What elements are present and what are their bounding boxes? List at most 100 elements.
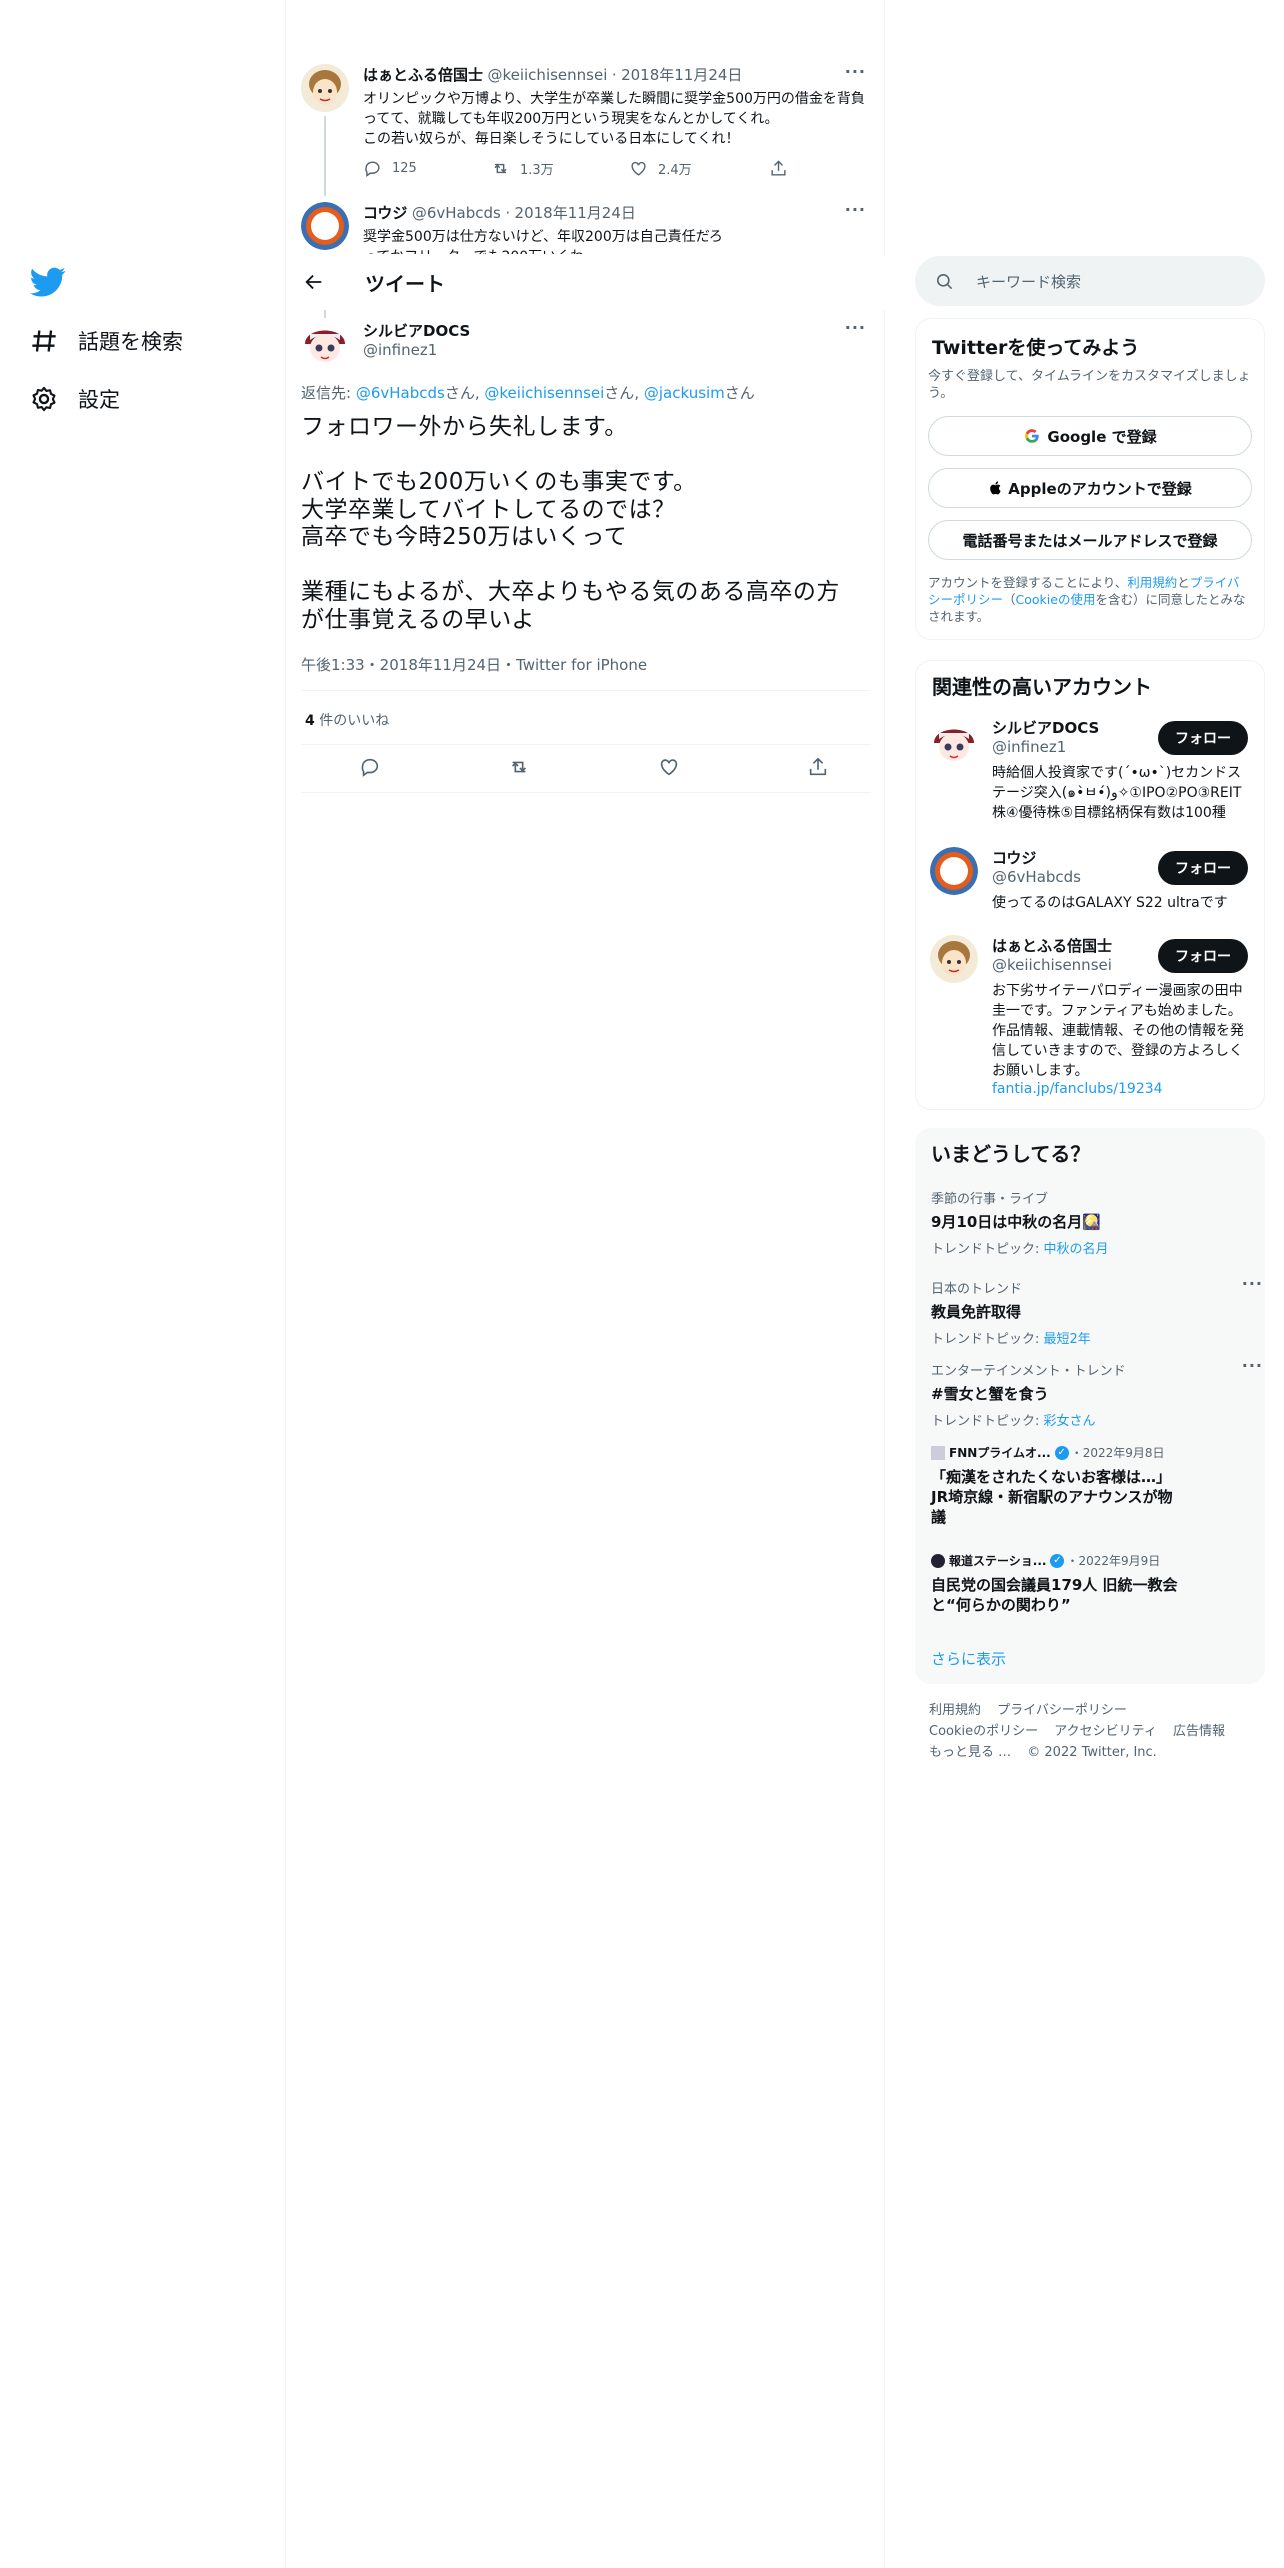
author-handle[interactable]: @keiichisennsei [487,66,607,84]
heart-icon [631,161,646,176]
trend-topic-link[interactable]: 中秋の名月 [1044,1242,1109,1257]
footer-link[interactable]: 広告情報 [1173,1724,1225,1739]
retweet-icon[interactable] [508,756,530,778]
follow-button[interactable]: フォロー [1158,939,1248,973]
reply-to-link[interactable]: @keiichisennsei [484,384,604,402]
tweet-header: ツイート [287,254,885,310]
footer-more-link[interactable]: もっと見る … [929,1745,1011,1760]
news-source: 報道ステーショ... [949,1554,1047,1568]
account-row[interactable]: はぁとふる倍国士 @keiichisennsei フォロー お下劣サイテーパロデ… [916,935,1264,1105]
author-handle[interactable]: @infinez1 [363,341,470,359]
more-icon[interactable]: ··· [845,62,866,81]
trend-topic-prefix: トレンドトピック: [931,1242,1044,1257]
terms-text: と [1177,575,1190,590]
trend-name: 教員免許取得 [931,1303,1022,1321]
account-row[interactable]: シルビアDOCS @infinez1 フォロー 時給個人投資家です(´•ω•`)… [916,717,1264,827]
trend-item[interactable]: 日本のトレンド 教員免許取得 トレンドトピック: 最短2年 ··· [931,1274,1262,1347]
reply-to-link[interactable]: @jackusim [644,384,725,402]
account-handle[interactable]: @infinez1 [992,738,1099,756]
avatar[interactable] [930,935,978,983]
trend-topic-prefix: トレンドトピック: [931,1332,1044,1347]
divider [301,744,871,745]
follow-button[interactable]: フォロー [1158,851,1248,885]
google-signup-button[interactable]: Google で登録 [928,416,1252,456]
news-item[interactable]: FNNプライムオ... ✓ ・2022年9月8日 「痴漢をされたくないお客様は…… [931,1444,1181,1527]
footer-link[interactable]: プライバシーポリシー [997,1703,1127,1718]
news-item[interactable]: 報道ステーショ... ✓ ・2022年9月9日 自民党の国会議員179人 旧統一… [931,1552,1181,1615]
account-link[interactable]: fantia.jp/fanclubs/19234 [992,1081,1163,1097]
thread-tweet[interactable]: コウジ @6vHabcds · 2018年11月24日 奨学金500万は仕方ない… [301,200,870,254]
reply-button[interactable]: 125 [363,159,491,178]
hashtag-icon [32,330,56,352]
more-icon[interactable]: ··· [845,200,866,219]
account-row[interactable]: コウジ @6vHabcds フォロー 使ってるのはGALAXY S22 ultr… [916,847,1264,917]
tweet-date[interactable]: 2018年11月24日 [515,204,636,222]
signup-terms: アカウントを登録することにより、利用規約とプライバシーポリシー（Cookieの使… [928,574,1252,625]
trend-item[interactable]: エンターテインメント・トレンド #雪女と蟹を食う トレンドトピック: 彩女さん … [931,1356,1262,1429]
account-handle[interactable]: @keiichisennsei [992,956,1112,974]
trend-topic-link[interactable]: 最短2年 [1044,1332,1091,1347]
more-icon[interactable]: ··· [1242,1274,1263,1293]
avatar[interactable] [930,717,978,765]
like-summary[interactable]: 4 件のいいね [305,710,389,730]
trends-title: いまどうしてる？ [931,1142,1091,1166]
footer-link[interactable]: Cookieのポリシー [929,1724,1038,1739]
reply-to-link[interactable]: @6vHabcds [356,384,445,402]
author-handle[interactable]: @6vHabcds [412,204,501,222]
thread-tweet[interactable]: はぁとふる倍国士 @keiichisennsei · 2018年11月24日 オ… [301,62,870,196]
account-name[interactable]: シルビアDOCS [992,717,1099,738]
author-name[interactable]: シルビアDOCS [363,320,470,341]
author-name[interactable]: コウジ [363,204,407,222]
cookie-link[interactable]: Cookieの使用 [1016,592,1096,607]
reply-icon[interactable] [359,756,381,778]
terms-link[interactable]: 利用規約 [1127,575,1177,590]
reply-to-suffix: さん [724,384,755,402]
avatar[interactable] [930,847,978,895]
more-icon[interactable]: ··· [845,318,866,337]
back-arrow-icon[interactable] [303,271,325,293]
news-date: ・2022年9月9日 [1066,1554,1161,1568]
footer-link[interactable]: 利用規約 [929,1703,981,1718]
footer-link[interactable]: アクセシビリティ [1054,1724,1157,1739]
tweet-timestamp[interactable]: 午後1:33・2018年11月24日・Twitter for iPhone [301,654,647,675]
more-icon[interactable]: ··· [1242,1356,1263,1375]
verified-icon: ✓ [1054,1445,1069,1460]
follow-button[interactable]: フォロー [1158,721,1248,755]
account-name[interactable]: コウジ [992,847,1081,868]
divider [301,690,871,691]
page-title: ツイート [365,271,445,296]
divider [301,792,871,793]
apple-signup-button[interactable]: Appleのアカウントで登録 [928,468,1252,508]
author-name[interactable]: はぁとふる倍国士 [363,66,483,84]
reply-to-line: 返信先: @6vHabcdsさん, @keiichisennseiさん, @ja… [301,384,755,402]
nav-settings[interactable]: 設定 [30,379,120,419]
nav-explore[interactable]: 話題を検索 [30,321,183,361]
apple-icon [990,481,1001,495]
footer: 利用規約 プライバシーポリシー Cookieのポリシー アクセシビリティ 広告情… [929,1700,1259,1763]
account-handle[interactable]: @6vHabcds [992,868,1081,886]
share-icon [771,160,786,176]
retweet-button[interactable]: 1.3万 [491,159,629,178]
like-button[interactable]: 2.4万 [629,159,769,178]
trend-item[interactable]: 季節の行事・ライブ 9月10日は中秋の名月🎑 トレンドトピック: 中秋の名月 [931,1188,1251,1257]
avatar[interactable] [301,202,349,250]
heart-icon[interactable] [658,756,680,778]
tweet-date[interactable]: 2018年11月24日 [621,66,742,84]
share-icon[interactable] [807,756,829,778]
search-box[interactable]: キーワード検索 [915,256,1265,306]
left-navigation: 話題を検索 設定 [0,0,286,2568]
trend-topic-prefix: トレンドトピック: [931,1414,1044,1429]
trend-topic-link[interactable]: 彩女さん [1044,1414,1096,1429]
phone-email-signup-button[interactable]: 電話番号またはメールアドレスで登録 [928,520,1252,560]
share-button[interactable] [769,159,798,178]
signup-title: Twitterを使ってみよう [932,337,1140,359]
avatar[interactable] [301,64,349,112]
like-total: 4 [305,713,315,729]
news-date: ・2022年9月8日 [1070,1446,1165,1460]
avatar[interactable] [301,318,349,366]
account-name[interactable]: はぁとふる倍国士 [992,935,1112,956]
related-accounts-card: 関連性の高いアカウント シルビアDOCS @infinez1 フォロー 時給個人… [915,660,1265,1110]
twitter-logo-icon[interactable] [30,264,66,300]
show-more-link[interactable]: さらに表示 [931,1648,1006,1669]
nav-settings-label: 設定 [78,388,120,412]
